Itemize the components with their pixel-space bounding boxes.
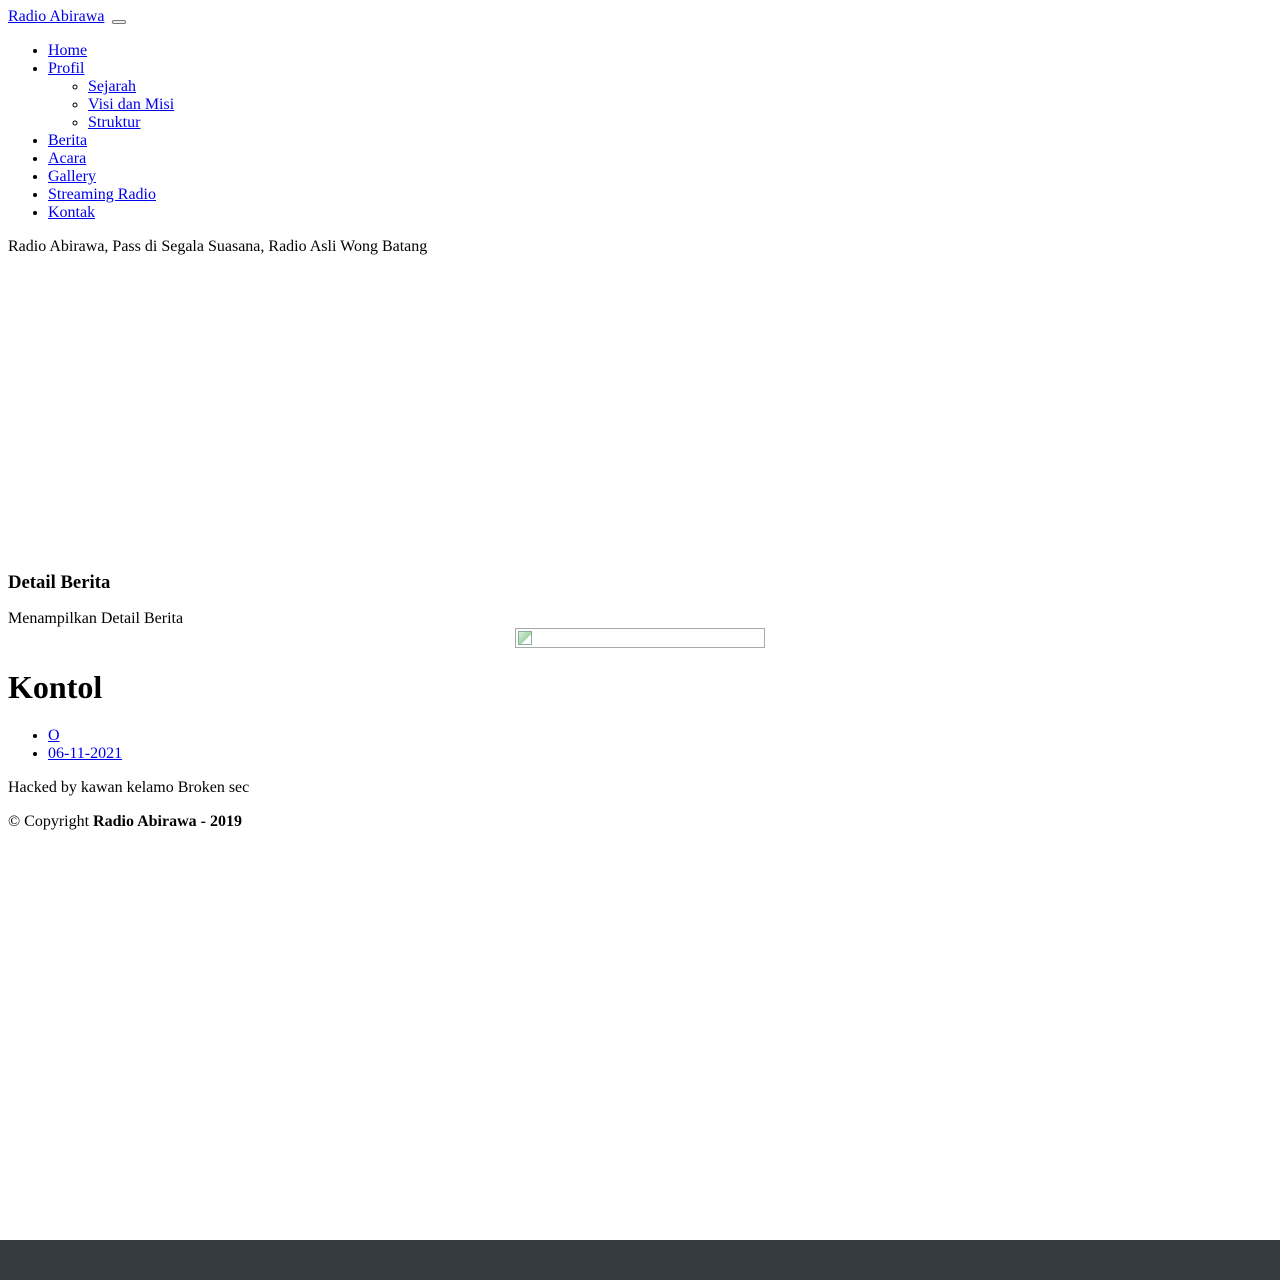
article-image-container — [8, 628, 1272, 648]
submenu-item-sejarah: Sejarah — [88, 78, 1272, 96]
article-author-link[interactable]: O — [48, 727, 60, 744]
meta-item-author: O — [48, 727, 1272, 745]
meta-item-date: 06-11-2021 — [48, 745, 1272, 763]
navbar: Radio Abirawa — [8, 8, 1272, 26]
nav-link-streaming-radio[interactable]: Streaming Radio — [48, 186, 156, 203]
submenu-item-visi-misi: Visi dan Misi — [88, 96, 1272, 114]
copyright-owner: Radio Abirawa - 2019 — [93, 813, 242, 830]
nav-link-kontak[interactable]: Kontak — [48, 204, 95, 221]
article-image — [515, 628, 765, 648]
copyright-prefix: © Copyright — [8, 813, 90, 830]
article-meta: O 06-11-2021 — [8, 727, 1272, 763]
nav-item-berita: Berita — [48, 132, 1272, 150]
broken-image-icon — [518, 631, 532, 645]
hero-spacer — [8, 272, 1272, 572]
article-date-link[interactable]: 06-11-2021 — [48, 745, 122, 762]
nav-link-profil[interactable]: Profil — [48, 60, 84, 77]
nav-item-profil: Profil Sejarah Visi dan Misi Struktur — [48, 60, 1272, 132]
nav-link-visi-misi[interactable]: Visi dan Misi — [88, 96, 174, 113]
nav-item-home: Home — [48, 42, 1272, 60]
page-content: Radio Abirawa Home Profil Sejarah Visi d… — [8, 8, 1272, 831]
section-title: Detail Berita — [8, 572, 111, 593]
submenu-item-struktur: Struktur — [88, 114, 1272, 132]
nav-link-home[interactable]: Home — [48, 42, 87, 59]
nav-item-kontak: Kontak — [48, 204, 1272, 222]
nav-menu: Home Profil Sejarah Visi dan Misi Strukt… — [8, 42, 1272, 222]
nav-link-berita[interactable]: Berita — [48, 132, 87, 149]
brand-link[interactable]: Radio Abirawa — [8, 8, 104, 25]
article-title: Kontol — [8, 669, 103, 705]
nav-link-sejarah[interactable]: Sejarah — [88, 78, 136, 95]
nav-link-struktur[interactable]: Struktur — [88, 114, 140, 131]
nav-item-gallery: Gallery — [48, 168, 1272, 186]
nav-item-streaming: Streaming Radio — [48, 186, 1272, 204]
nav-link-gallery[interactable]: Gallery — [48, 168, 96, 185]
copyright: © Copyright Radio Abirawa - 2019 — [8, 813, 1272, 831]
profil-submenu: Sejarah Visi dan Misi Struktur — [48, 78, 1272, 132]
nav-link-acara[interactable]: Acara — [48, 150, 86, 167]
article-body: Hacked by kawan kelamo Broken sec — [8, 779, 250, 796]
navbar-toggle-button[interactable] — [112, 20, 127, 24]
nav-item-acara: Acara — [48, 150, 1272, 168]
footer-bar — [0, 1240, 1280, 1280]
tagline: Radio Abirawa, Pass di Segala Suasana, R… — [8, 238, 428, 255]
section-subtitle: Menampilkan Detail Berita — [8, 610, 184, 627]
